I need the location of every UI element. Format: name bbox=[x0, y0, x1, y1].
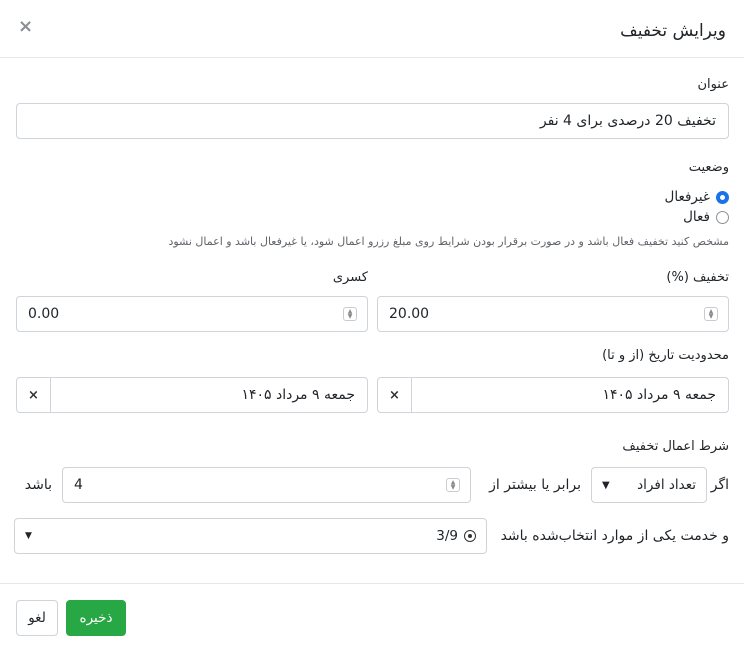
discount-input[interactable]: 20.00 ▲ ▼ bbox=[377, 296, 729, 332]
footer-divider bbox=[0, 583, 744, 584]
status-label: وضعیت bbox=[688, 160, 729, 175]
date-to-value[interactable]: جمعه ۹ مرداد ۱۴۰۵ bbox=[51, 387, 367, 403]
service-text: و خدمت یکی از موارد انتخاب‌شده باشد bbox=[500, 528, 729, 544]
discount-label: تخفیف (%) bbox=[666, 270, 729, 285]
fraction-value: 0.00 bbox=[28, 306, 60, 322]
radio-unchecked-icon[interactable] bbox=[716, 210, 729, 224]
clear-icon[interactable]: × bbox=[17, 378, 51, 412]
fraction-label: کسری bbox=[332, 270, 368, 285]
fraction-input[interactable]: 0.00 ▲ ▼ bbox=[16, 296, 368, 332]
status-option-inactive[interactable]: غیرفعال bbox=[665, 188, 729, 206]
service-select-value: 3/9 bbox=[436, 528, 458, 544]
date-from-picker[interactable]: جمعه ۹ مرداد ۱۴۰۵ × bbox=[377, 377, 729, 413]
caret-down-icon: ▼ bbox=[25, 531, 32, 541]
chevron-down-icon: ▼ bbox=[602, 479, 610, 491]
condition-label: شرط اعمال تخفیف bbox=[622, 439, 729, 454]
edit-discount-modal: ویرایش تخفیف × عنوان تخفیف 20 درصدی برای… bbox=[0, 0, 744, 651]
save-button[interactable]: ذخیره bbox=[66, 600, 126, 636]
operator-text: برابر یا بیشتر از bbox=[489, 477, 581, 493]
if-text: اگر bbox=[710, 477, 729, 493]
status-option-active[interactable]: فعال bbox=[683, 208, 729, 226]
spinner-icon[interactable]: ▲ ▼ bbox=[343, 307, 357, 321]
radio-checked-icon[interactable] bbox=[716, 190, 729, 204]
service-select-value-wrap: 3/9 bbox=[436, 528, 476, 544]
date-to-picker[interactable]: جمعه ۹ مرداد ۱۴۰۵ × bbox=[16, 377, 368, 413]
date-label: محدودیت تاریخ (از و تا) bbox=[602, 348, 729, 363]
status-option-label: فعال bbox=[683, 209, 710, 225]
amount-value: 4 bbox=[74, 477, 83, 493]
tail-text: باشد bbox=[24, 477, 52, 493]
subject-select[interactable]: تعداد افراد ▼ bbox=[591, 467, 707, 503]
status-option-label: غیرفعال bbox=[664, 189, 710, 205]
close-icon[interactable]: × bbox=[18, 16, 33, 37]
status-help-text: مشخص کنید تخفیف فعال باشد و در صورت برقر… bbox=[168, 235, 729, 248]
discount-value: 20.00 bbox=[389, 306, 430, 322]
subject-select-value: تعداد افراد bbox=[637, 477, 696, 493]
title-input[interactable]: تخفیف 20 درصدی برای 4 نفر bbox=[16, 103, 729, 139]
modal-header: ویرایش تخفیف × bbox=[0, 0, 744, 58]
modal-title: ویرایش تخفیف bbox=[620, 20, 726, 41]
spinner-icon[interactable]: ▲ ▼ bbox=[704, 307, 718, 321]
title-label: عنوان bbox=[697, 77, 729, 92]
amount-input[interactable]: 4 ▲ ▼ bbox=[62, 467, 471, 503]
date-from-value[interactable]: جمعه ۹ مرداد ۱۴۰۵ bbox=[412, 387, 728, 403]
clear-icon[interactable]: × bbox=[378, 378, 412, 412]
target-icon bbox=[464, 530, 476, 542]
spinner-icon[interactable]: ▲ ▼ bbox=[446, 478, 460, 492]
cancel-button[interactable]: لغو bbox=[16, 600, 58, 636]
service-select[interactable]: 3/9 ▼ bbox=[14, 518, 487, 554]
